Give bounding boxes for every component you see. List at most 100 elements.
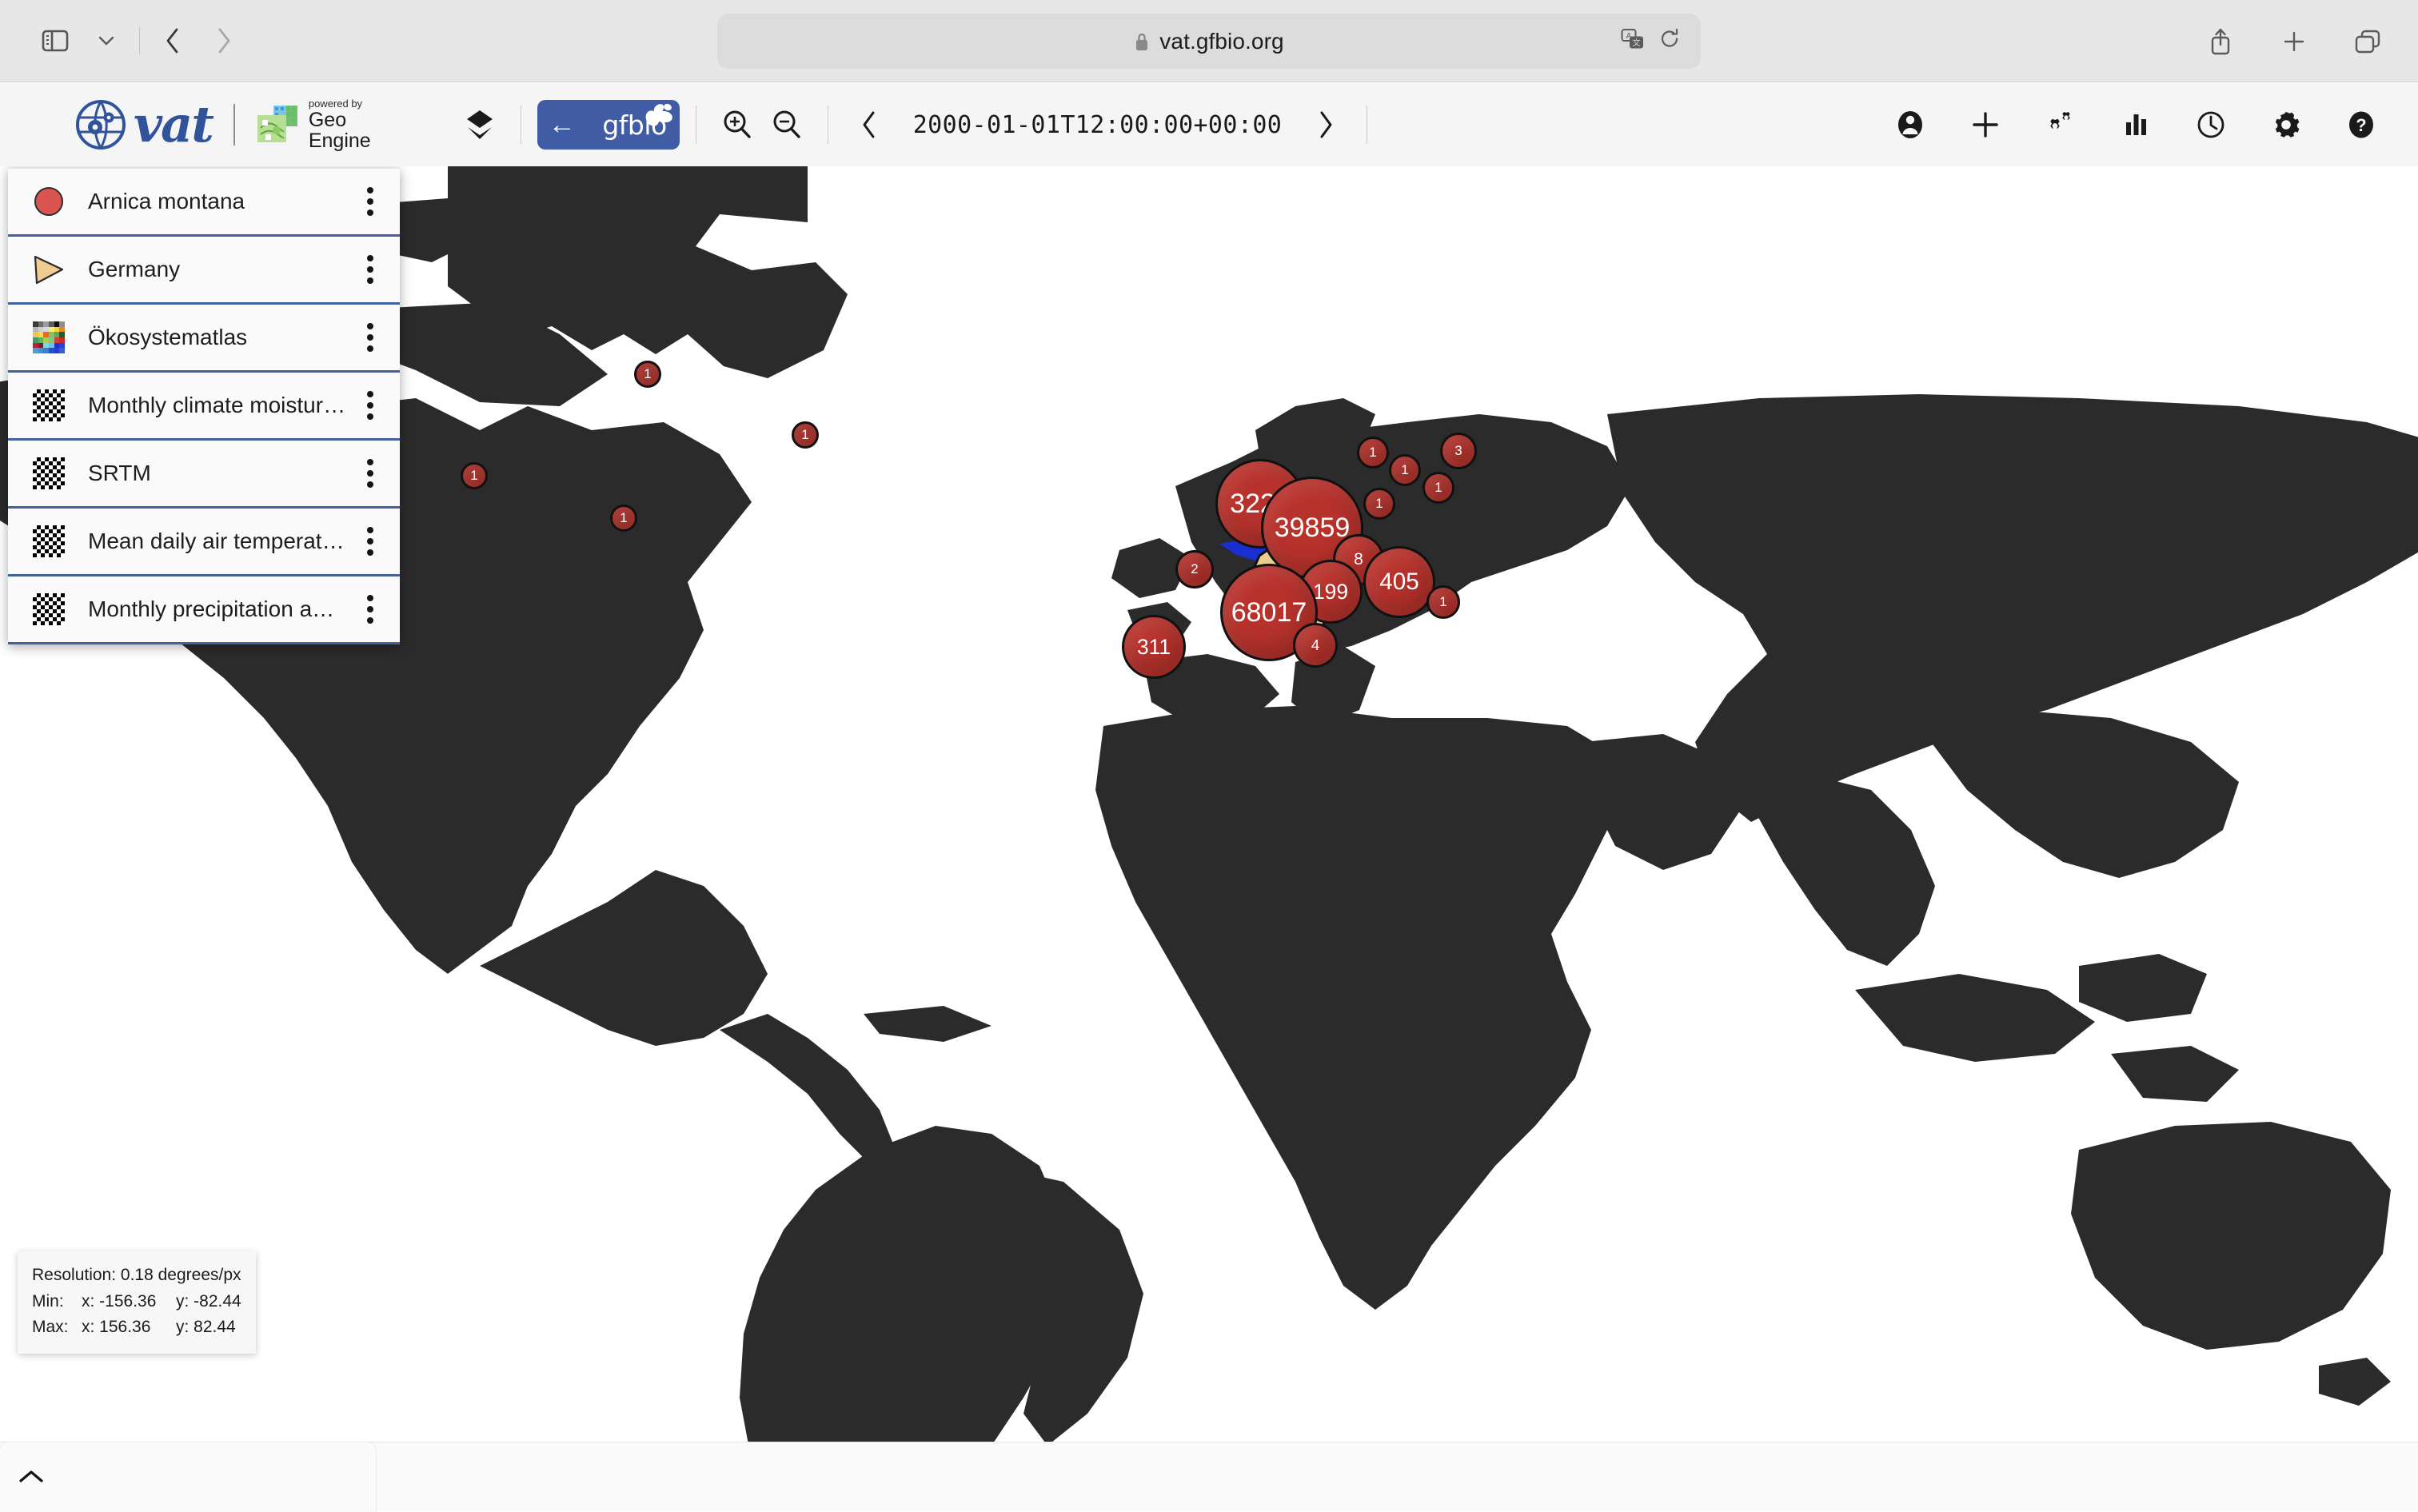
kebab-dot: [367, 323, 373, 329]
browser-chrome: vat.gfbio.org A 文: [0, 0, 2418, 82]
cluster-count: 68017: [1231, 597, 1307, 628]
translate-icon[interactable]: A 文: [1621, 28, 1645, 54]
current-time-value[interactable]: 2000-01-01T12:00:00+00:00: [899, 111, 1297, 139]
polygon-symbol-icon: [30, 251, 67, 288]
cluster-marker[interactable]: 1: [610, 505, 637, 532]
cluster-count: 1: [644, 366, 651, 382]
plot-button[interactable]: [2111, 100, 2161, 150]
address-bar[interactable]: vat.gfbio.org A 文: [717, 14, 1701, 69]
max-y-value: y: 82.44: [176, 1315, 236, 1341]
app-header: vat powered: [0, 83, 2418, 166]
gfbio-button[interactable]: ← gfbio: [537, 100, 680, 150]
kebab-dot: [367, 549, 373, 556]
cluster-count: 1: [1369, 445, 1376, 461]
url-text: vat.gfbio.org: [1159, 29, 1283, 54]
layer-menu-button[interactable]: [352, 519, 389, 564]
reload-icon[interactable]: [1659, 28, 1680, 54]
layer-menu-button[interactable]: [352, 315, 389, 360]
cluster-marker[interactable]: 1: [1363, 488, 1395, 520]
cluster-marker[interactable]: 2: [1175, 550, 1214, 588]
operators-button[interactable]: [2036, 100, 2085, 150]
point-swatch: [34, 187, 63, 216]
browser-nav-left: [0, 18, 247, 64]
kebab-dot: [367, 198, 373, 205]
kebab-dot: [367, 538, 373, 545]
settings-button[interactable]: [2261, 100, 2311, 150]
cluster-count: 1: [1401, 462, 1408, 478]
cluster-marker[interactable]: 1: [1426, 585, 1460, 619]
share-button[interactable]: [2197, 18, 2244, 65]
cluster-marker[interactable]: 311: [1122, 615, 1186, 679]
kebab-dot: [367, 459, 373, 465]
layer-label: Monthly precipitation am…: [88, 596, 352, 622]
cluster-marker[interactable]: 1: [1422, 472, 1454, 504]
classified-raster-icon: [30, 319, 67, 356]
chevron-right-icon: [1316, 110, 1335, 140]
bottom-panel-expand-button[interactable]: [0, 1442, 376, 1512]
cluster-marker[interactable]: 1: [1357, 437, 1389, 469]
help-button[interactable]: ?: [2336, 100, 2386, 150]
new-tab-button[interactable]: [2271, 18, 2317, 65]
cluster-marker[interactable]: 1: [634, 361, 661, 388]
cluster-marker[interactable]: 405: [1363, 546, 1435, 618]
layers-button[interactable]: [455, 100, 505, 150]
cluster-marker[interactable]: 1: [792, 421, 819, 449]
vat-logo[interactable]: vat: [76, 100, 213, 150]
cluster-marker[interactable]: 3: [1440, 433, 1477, 469]
browser-forward-button[interactable]: [201, 18, 247, 64]
cluster-marker[interactable]: 4: [1293, 623, 1338, 668]
layer-row[interactable]: SRTM: [8, 441, 400, 509]
time-prev-button[interactable]: [844, 100, 894, 150]
time-next-button[interactable]: [1301, 100, 1351, 150]
cluster-marker[interactable]: 1: [461, 462, 488, 489]
layer-menu-button[interactable]: [352, 587, 389, 632]
tab-overview-button[interactable]: [2344, 18, 2391, 65]
zoom-out-icon: [770, 108, 804, 142]
layer-menu-button[interactable]: [352, 247, 389, 292]
layer-row[interactable]: Ökosystematlas: [8, 305, 400, 373]
sidebar-toggle-button[interactable]: [32, 18, 78, 64]
zoom-in-icon: [720, 108, 754, 142]
layer-row[interactable]: Arnica montana: [8, 169, 400, 237]
lock-icon: [1134, 31, 1150, 52]
settings-icon: [2269, 108, 2303, 142]
cluster-count: 2: [1191, 561, 1198, 577]
chrome-divider: [139, 27, 140, 54]
layer-row[interactable]: Monthly precipitation am…: [8, 576, 400, 644]
kebab-dot: [367, 527, 373, 533]
account-button[interactable]: [1885, 100, 1935, 150]
help-icon: ?: [2344, 108, 2378, 142]
cluster-count: 1: [1439, 594, 1446, 610]
tab-group-button[interactable]: [83, 18, 130, 64]
layer-menu-button[interactable]: [352, 179, 389, 224]
layer-menu-button[interactable]: [352, 383, 389, 428]
cluster-count: 4: [1311, 636, 1319, 654]
cluster-count: 3: [1454, 443, 1462, 459]
layers-icon: [463, 108, 497, 142]
kebab-dot: [367, 391, 373, 397]
time-button[interactable]: [2186, 100, 2236, 150]
raster-swatch: [33, 457, 65, 489]
zoom-in-button[interactable]: [712, 100, 762, 150]
cluster-count: 1: [1434, 480, 1442, 496]
layer-menu-button[interactable]: [352, 451, 389, 496]
cluster-count: 1: [801, 427, 808, 443]
layer-row[interactable]: Germany: [8, 237, 400, 305]
cluster-marker[interactable]: 1: [1389, 454, 1421, 486]
add-button[interactable]: [1961, 100, 2010, 150]
powered-by-label: powered by: [309, 98, 371, 109]
cluster-count: 1: [1375, 496, 1383, 512]
max-x-value: x: 156.36: [82, 1315, 176, 1341]
layer-row[interactable]: Monthly climate moisture…: [8, 373, 400, 441]
min-y-value: y: -82.44: [176, 1289, 241, 1315]
cluster-count: 8: [1354, 550, 1363, 569]
layer-list-panel: Arnica montanaGermanyÖkosystematlasMonth…: [8, 168, 400, 644]
bottom-bar: [0, 1442, 2418, 1511]
forward-arrow-icon: [215, 27, 233, 54]
geo-engine-icon: [256, 104, 301, 146]
layer-row[interactable]: Mean daily air temperatu…: [8, 509, 400, 576]
browser-back-button[interactable]: [150, 18, 196, 64]
zoom-out-button[interactable]: [762, 100, 812, 150]
kebab-dot: [367, 402, 373, 409]
triangle-swatch: [31, 253, 66, 285]
